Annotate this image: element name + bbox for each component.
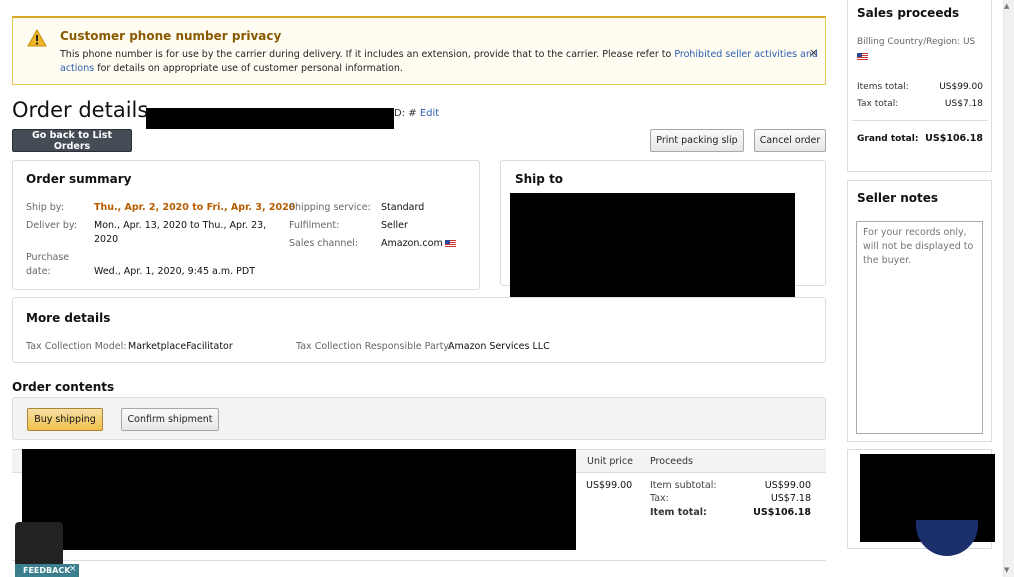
shipping-service-label: Shipping service: [289,202,371,213]
unit-price-value: US$99.00 [586,480,633,491]
item-total-label: Item total: [650,507,707,518]
deliver-by-value-line1: Mon., Apr. 13, 2020 to Thu., Apr. 23, [94,220,267,231]
alert-close-icon[interactable]: × [809,46,818,59]
feedback-close-icon[interactable]: × [69,564,77,574]
item-total-value: US$106.18 [753,507,811,518]
page-scrollbar[interactable] [1003,0,1014,577]
ship-by-label: Ship by: [26,202,64,213]
alert-body-prefix: This phone number is for use by the carr… [60,49,675,60]
print-packing-slip-button[interactable]: Print packing slip [650,129,744,152]
alert-title: Customer phone number privacy [60,29,282,43]
grand-total-value: US$106.18 [925,133,983,144]
sales-channel-value: Amazon.com [381,238,443,249]
tax-label: Tax: [650,493,669,504]
fulfilment-value: Seller [381,220,408,231]
alert-body: This phone number is for use by the carr… [60,48,820,76]
warning-icon [27,29,47,47]
purchase-date-value: Wed., Apr. 1, 2020, 9:45 a.m. PDT [94,266,256,277]
table-bottom-divider [12,560,826,561]
order-contents-title: Order contents [12,380,115,394]
us-flag-icon [444,239,456,248]
items-total-label: Items total: [857,82,909,92]
tax-collection-model-value: MarketplaceFacilitator [128,341,233,352]
sales-proceeds-divider [852,120,988,121]
order-summary-title: Order summary [26,172,132,186]
help-chat-button[interactable] [916,520,978,556]
items-total-value: US$99.00 [939,82,983,92]
purchase-date-label-line1: Purchase [26,252,70,263]
edit-order-id-link[interactable]: Edit [420,108,439,119]
buy-shipping-button[interactable]: Buy shipping [27,408,103,431]
billing-country-label: Billing Country/Region: US [857,37,976,47]
tax-collection-model-label: Tax Collection Model: [26,341,127,352]
tax-total-label: Tax total: [857,99,899,109]
ship-to-title: Ship to [515,172,564,186]
back-to-orders-button[interactable]: Go back to List Orders [12,129,132,152]
tax-total-value: US$7.18 [944,99,983,109]
deliver-by-label: Deliver by: [26,220,77,231]
more-details-title: More details [26,311,111,325]
shipping-service-value: Standard [381,202,425,213]
sales-proceeds-title: Sales proceeds [857,6,960,20]
billing-flag [857,52,868,63]
unit-price-header: Unit price [587,456,634,467]
order-id: D: # Edit [394,108,439,119]
alert-body-suffix: for details on appropriate use of custom… [94,63,403,74]
redacted-order-id [146,108,394,129]
scroll-down-icon[interactable]: ▼ [1004,566,1009,574]
confirm-shipment-button[interactable]: Confirm shipment [121,408,219,431]
page-title: Order details [12,98,149,122]
tax-value: US$7.18 [770,493,811,504]
proceeds-header: Proceeds [650,456,693,467]
seller-notes-input[interactable] [856,221,983,434]
sales-channel-label: Sales channel: [289,238,359,249]
cancel-order-button[interactable]: Cancel order [754,129,826,152]
item-subtotal-value: US$99.00 [764,480,811,491]
feedback-widget-panel[interactable] [15,522,63,564]
order-id-label: D: # [394,108,417,119]
ship-by-value: Thu., Apr. 2, 2020 to Fri., Apr. 3, 2020 [94,202,296,213]
tax-responsible-party-label: Tax Collection Responsible Party: [296,341,452,352]
sales-channel: Amazon.com [381,237,456,251]
item-subtotal-label: Item subtotal: [650,480,717,491]
tax-responsible-party-value: Amazon Services LLC [448,341,550,352]
redacted-ship-to-address [510,193,795,304]
billing-us-flag-icon [857,53,868,61]
purchase-date-label-line2: date: [26,266,51,277]
fulfilment-label: Fulfilment: [289,220,340,231]
redacted-order-item [22,449,576,550]
seller-notes-title: Seller notes [857,191,939,205]
scroll-up-icon[interactable]: ▲ [1004,2,1009,10]
privacy-alert: Customer phone number privacy This phone… [12,16,826,85]
deliver-by-value-line2: 2020 [94,234,119,245]
